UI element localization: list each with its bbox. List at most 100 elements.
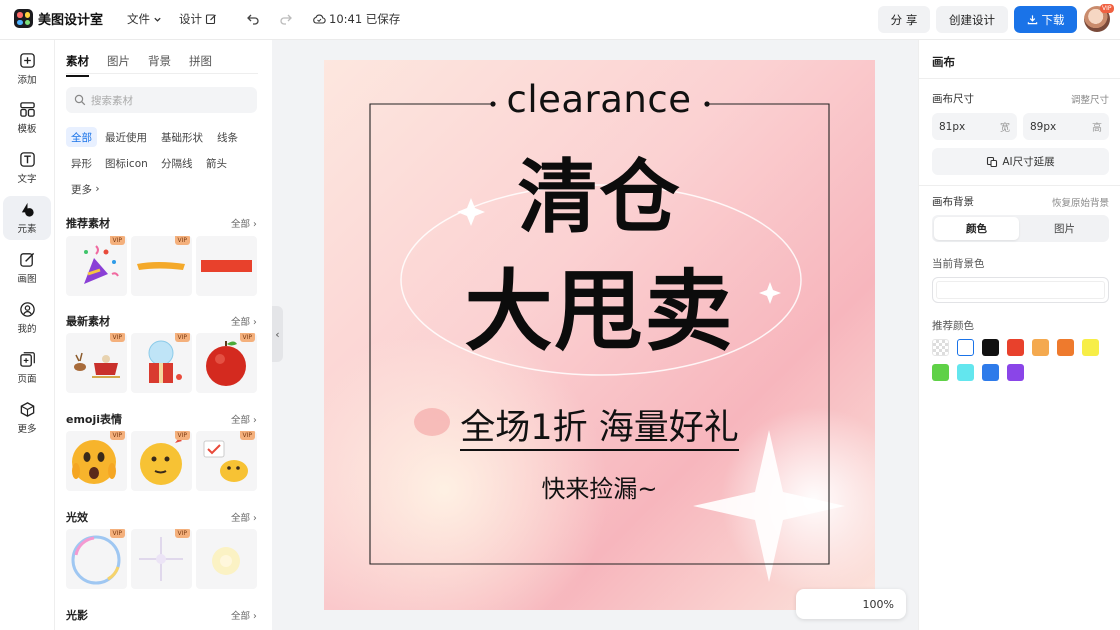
- collapse-panel-button[interactable]: ‹: [272, 306, 283, 362]
- glow-icon: [212, 547, 240, 575]
- chip-lines[interactable]: 线条: [212, 127, 243, 147]
- adjust-size-link[interactable]: 调整尺寸: [1039, 92, 1109, 106]
- vip-badge: VIP: [174, 236, 190, 245]
- nav-pages[interactable]: 页面: [3, 346, 51, 390]
- width-field[interactable]: 81px 宽: [932, 113, 1017, 140]
- canvas-english-title[interactable]: clearance: [494, 78, 704, 121]
- avatar-vip-badge: VIP: [1100, 4, 1114, 13]
- chip-recent[interactable]: 最近使用: [100, 127, 152, 147]
- section-recommended-title: 推荐素材: [66, 217, 110, 230]
- section-recommended-all[interactable]: 全部 ›: [231, 216, 257, 230]
- chevron-down-icon: [154, 17, 161, 22]
- bg-image-tab[interactable]: 图片: [1022, 217, 1107, 240]
- search-icon: [74, 94, 86, 106]
- asset-bubble[interactable]: VIP: [66, 529, 127, 589]
- swatch-yellow[interactable]: [1082, 339, 1099, 356]
- asset-sleigh[interactable]: VIP: [66, 333, 127, 393]
- canvas-title-line2[interactable]: 大甩卖: [324, 260, 875, 364]
- app-logo[interactable]: 美图设计室: [14, 9, 103, 28]
- properties-panel: 画布 画布尺寸 调整尺寸 81px 宽 89px 高 AI尺寸延展 画布背景 恢…: [918, 40, 1120, 630]
- vip-badge: VIP: [174, 431, 190, 440]
- asset-sparkle[interactable]: VIP: [131, 529, 192, 589]
- canvas-title-line1[interactable]: 清仓: [324, 150, 875, 246]
- swatch-purple[interactable]: [1007, 364, 1024, 381]
- nav-draw[interactable]: 画图: [3, 246, 51, 290]
- search-placeholder: 搜索素材: [91, 94, 133, 107]
- canvas-tagline[interactable]: 快来捡漏~: [324, 472, 875, 506]
- section-light-all[interactable]: 全部 ›: [231, 510, 257, 524]
- width-unit: 宽: [1000, 123, 1010, 134]
- nav-text[interactable]: 文字: [3, 146, 51, 190]
- swatch-light-orange[interactable]: [1032, 339, 1049, 356]
- nav-mine-label: 我的: [17, 324, 37, 335]
- nav-mine[interactable]: 我的: [3, 296, 51, 340]
- ai-extend-button[interactable]: AI尺寸延展: [932, 148, 1109, 175]
- chip-irregular[interactable]: 异形: [66, 153, 97, 173]
- chip-all[interactable]: 全部: [66, 127, 97, 147]
- section-shadow-title: 光影: [66, 609, 88, 622]
- create-design-button[interactable]: 创建设计: [936, 6, 1008, 33]
- file-menu-label: 文件: [127, 12, 150, 26]
- swatch-orange[interactable]: [1057, 339, 1074, 356]
- canvas-subtitle[interactable]: 全场1折 海量好礼: [324, 404, 875, 452]
- logo-icon: [14, 9, 33, 28]
- asset-glow[interactable]: [196, 529, 257, 589]
- download-button[interactable]: 下载: [1014, 6, 1077, 33]
- chip-more[interactable]: 更多 ›: [66, 179, 105, 199]
- swatch-transparent[interactable]: [932, 339, 949, 356]
- redo-icon[interactable]: [279, 12, 293, 26]
- nav-elements[interactable]: 元素: [3, 196, 51, 240]
- user-icon: [19, 302, 35, 317]
- undo-icon[interactable]: [246, 12, 260, 26]
- section-shadow-all[interactable]: 全部 ›: [231, 608, 257, 622]
- reindeer-sleigh-icon: [74, 352, 120, 378]
- design-menu[interactable]: 设计: [179, 11, 217, 27]
- asset-emoji-scared[interactable]: VIP: [66, 431, 127, 491]
- nav-add-label: 添加: [17, 75, 37, 86]
- current-bg-swatch[interactable]: [932, 277, 1109, 303]
- swatch-green[interactable]: [932, 364, 949, 381]
- restore-bg-link[interactable]: 恢复原始背景: [1039, 195, 1109, 209]
- recommended-colors-label: 推荐颜色: [932, 320, 974, 332]
- chip-icons[interactable]: 图标icon: [100, 153, 153, 173]
- zoom-control[interactable]: 100%: [796, 589, 906, 619]
- nav-more[interactable]: 更多: [3, 396, 51, 440]
- chip-dividers[interactable]: 分隔线: [156, 153, 198, 173]
- panel-title: 画布: [932, 55, 955, 69]
- chick-sign-icon: [203, 440, 248, 482]
- vip-badge: VIP: [109, 333, 125, 342]
- swatch-black[interactable]: [982, 339, 999, 356]
- vip-badge: VIP: [109, 236, 125, 245]
- asset-yellow-brush[interactable]: VIP: [131, 236, 192, 296]
- share-button[interactable]: 分 享: [878, 6, 930, 33]
- swatch-cyan[interactable]: [957, 364, 974, 381]
- chip-basic-shapes[interactable]: 基础形状: [156, 127, 208, 147]
- asset-gift-globe[interactable]: VIP: [131, 333, 192, 393]
- design-canvas[interactable]: clearance 清仓 大甩卖 全场1折 海量好礼 快来捡漏~: [324, 60, 875, 610]
- swatch-white[interactable]: [957, 339, 974, 356]
- section-newest-all[interactable]: 全部 ›: [231, 314, 257, 328]
- asset-red-bar[interactable]: [196, 236, 257, 296]
- asset-apple[interactable]: VIP: [196, 333, 257, 393]
- asset-emoji-chick[interactable]: VIP: [196, 431, 257, 491]
- nav-draw-label: 画图: [17, 274, 37, 285]
- red-rectangle-icon: [201, 260, 252, 272]
- top-bar: 美图设计室 文件 设计 10:41 已保存 分 享 创建设计 下载 VIP: [0, 0, 1120, 40]
- download-label: 下载: [1041, 12, 1065, 27]
- height-field[interactable]: 89px 高: [1023, 113, 1109, 140]
- swatch-blue[interactable]: [982, 364, 999, 381]
- file-menu[interactable]: 文件: [127, 11, 162, 27]
- nav-add[interactable]: 添加: [3, 47, 51, 91]
- asset-emoji-thinking[interactable]: VIP: [131, 431, 192, 491]
- nav-template[interactable]: 模板: [3, 96, 51, 140]
- current-bg-label: 当前背景色: [932, 258, 985, 270]
- bg-color-tab[interactable]: 颜色: [934, 217, 1019, 240]
- text-icon: [19, 152, 35, 167]
- asset-party-popper[interactable]: VIP: [66, 236, 127, 296]
- chip-arrows[interactable]: 箭头: [201, 153, 232, 173]
- all-label: 全部: [231, 611, 251, 622]
- swatch-red[interactable]: [1007, 339, 1024, 356]
- section-emoji-title: emoji表情: [66, 413, 123, 426]
- section-emoji-all[interactable]: 全部 ›: [231, 412, 257, 426]
- search-input[interactable]: 搜索素材: [66, 87, 257, 113]
